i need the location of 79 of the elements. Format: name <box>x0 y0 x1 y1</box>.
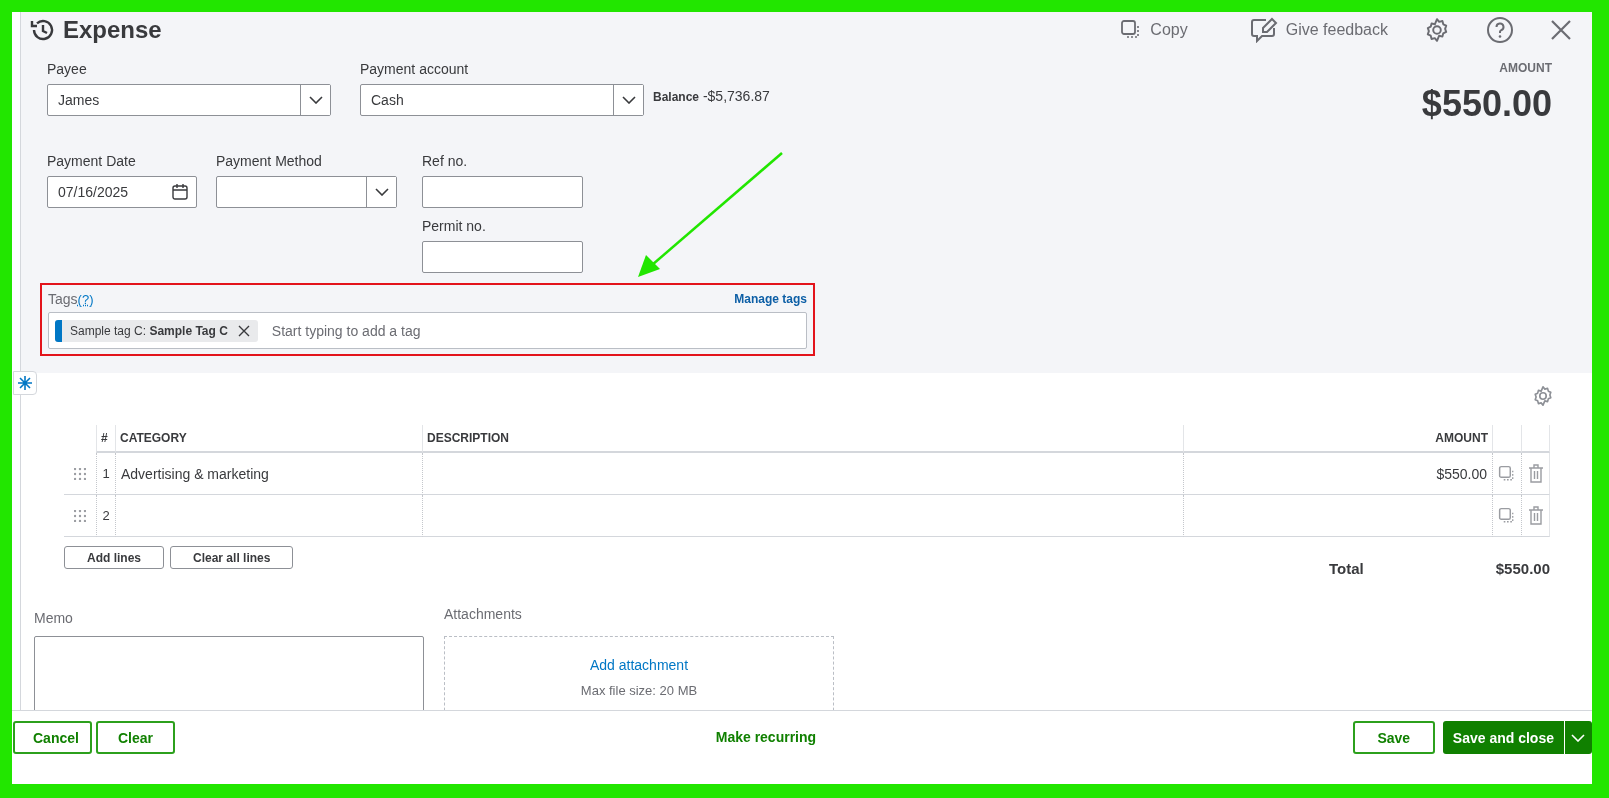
drag-handle-icon[interactable] <box>74 467 86 480</box>
total-label: Total <box>1329 560 1364 577</box>
make-recurring-link[interactable]: Make recurring <box>715 729 817 745</box>
add-attachment-link[interactable]: Add attachment <box>589 657 689 673</box>
file-size-note: Max file size: 20 MB <box>580 683 698 698</box>
save-and-close-button[interactable]: Save and close <box>1442 721 1592 754</box>
description-cell[interactable] <box>422 453 1183 495</box>
memo-field[interactable] <box>34 636 424 710</box>
assistant-button[interactable] <box>13 371 37 395</box>
amount-cell[interactable] <box>1183 495 1492 537</box>
calendar-icon[interactable] <box>172 184 188 200</box>
field-label: Memo <box>34 610 74 626</box>
trash-icon[interactable] <box>1527 463 1544 484</box>
amount-cell[interactable]: $550.00 <box>1183 453 1492 495</box>
row-number: 2 <box>96 495 115 537</box>
manage-tags-link[interactable]: Manage tags <box>734 292 807 306</box>
copy-icon <box>1498 506 1516 525</box>
column-header: CATEGORY <box>115 425 422 453</box>
save-and-close-label[interactable]: Save and close <box>1442 721 1564 754</box>
tag-text: Sample tag C: Sample Tag C <box>70 323 228 338</box>
account-dropdown[interactable]: Cash <box>360 84 644 116</box>
history-icon <box>29 17 55 43</box>
balance-text: Balance -$5,736.87 <box>653 88 770 104</box>
sparkle-icon <box>17 375 33 391</box>
amount-value: $550.00 <box>1421 83 1552 125</box>
dropdown-button[interactable] <box>300 85 330 115</box>
tags-field[interactable]: Sample tag C: Sample Tag C Start typing to add a tag <box>48 312 807 349</box>
field-label: Permit no. <box>422 218 487 234</box>
field-label: Payment Date <box>47 153 137 169</box>
help-button[interactable] <box>1486 16 1514 44</box>
duplicate-row-button[interactable] <box>1498 506 1516 525</box>
field-label: Ref no. <box>422 153 469 169</box>
duplicate-row-button[interactable] <box>1498 464 1516 483</box>
settings-button[interactable] <box>1424 17 1450 43</box>
clear-button[interactable]: Clear <box>96 721 175 754</box>
column-header: AMOUNT <box>1183 425 1492 453</box>
permit-number-field[interactable] <box>422 241 583 273</box>
chevron-down-icon <box>621 96 636 104</box>
cancel-button[interactable]: Cancel <box>13 721 92 754</box>
close-button[interactable] <box>1550 19 1572 41</box>
remove-tag-button[interactable] <box>237 324 250 337</box>
description-cell[interactable] <box>422 495 1183 537</box>
field-label: Payment account <box>360 61 470 77</box>
total-value: $550.00 <box>1495 560 1550 577</box>
copy-button[interactable]: Copy <box>1120 19 1188 41</box>
feedback-icon <box>1249 17 1278 43</box>
row-number: 1 <box>96 453 115 495</box>
dropdown-button[interactable] <box>366 177 396 207</box>
save-button[interactable]: Save <box>1352 721 1435 754</box>
payment-method-dropdown[interactable] <box>216 176 397 208</box>
field-label: Payee <box>47 61 88 77</box>
column-header: # <box>96 425 115 453</box>
date-field[interactable]: 07/16/2025 <box>47 176 197 208</box>
chevron-down-icon <box>1571 733 1586 742</box>
close-icon <box>237 324 250 337</box>
column-header: DESCRIPTION <box>422 425 1183 453</box>
help-icon <box>1486 16 1514 44</box>
chevron-down-icon <box>308 96 323 104</box>
page-title: Expense <box>63 16 162 44</box>
add-lines-button[interactable]: Add lines <box>64 546 164 569</box>
close-icon <box>1550 19 1572 41</box>
amount-label: AMOUNT <box>1499 61 1552 75</box>
help-link[interactable]: (?) <box>77 291 94 307</box>
payee-dropdown[interactable]: James <box>47 84 331 116</box>
drag-handle-icon[interactable] <box>74 509 86 522</box>
feedback-button[interactable]: Give feedback <box>1249 17 1388 43</box>
copy-icon <box>1498 464 1516 483</box>
category-cell[interactable] <box>115 495 422 537</box>
field-label: Payment Method <box>216 153 323 169</box>
dropdown-button[interactable] <box>613 85 643 115</box>
table-settings-button[interactable] <box>1532 385 1554 407</box>
category-cell[interactable]: Advertising & marketing <box>115 453 422 495</box>
field-label: Attachments <box>444 606 523 622</box>
attachment-dropzone[interactable]: Add attachment Max file size: 20 MB <box>444 636 834 710</box>
field-label: Tags <box>48 291 78 307</box>
ref-number-field[interactable] <box>422 176 583 208</box>
clear-lines-button[interactable]: Clear all lines <box>170 546 294 569</box>
trash-icon[interactable] <box>1527 505 1544 526</box>
chevron-down-icon <box>374 188 389 196</box>
